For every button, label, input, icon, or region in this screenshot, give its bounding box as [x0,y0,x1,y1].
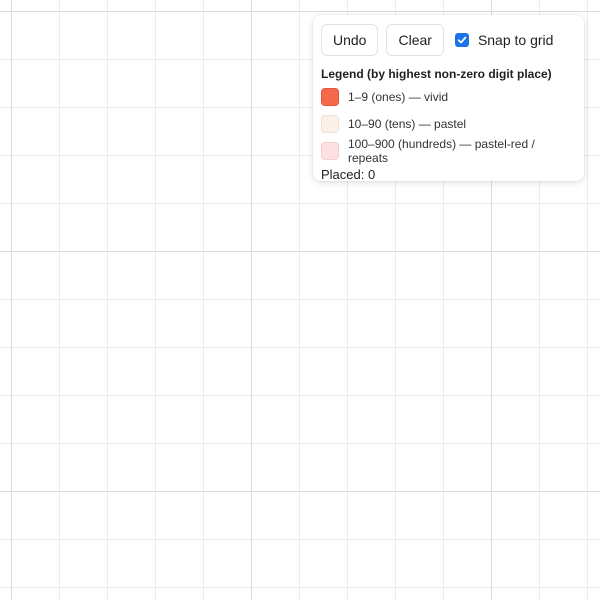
legend-swatch-hundreds [321,142,339,160]
legend-swatch-ones [321,88,339,106]
legend-item-hundreds: 100–900 (hundreds) — pastel-red / repeat… [321,137,576,165]
undo-button[interactable]: Undo [321,24,379,56]
toolbar: Undo Clear Snap to grid [321,24,576,56]
legend-label-hundreds: 100–900 (hundreds) — pastel-red / repeat… [348,137,535,165]
legend-title: Legend (by highest non-zero digit place) [321,67,552,81]
placed-count: Placed: 0 [321,167,376,182]
legend-label-ones: 1–9 (ones) — vivid [348,90,449,104]
legend-item-ones: 1–9 (ones) — vivid [321,85,576,109]
snap-to-grid-toggle[interactable]: Snap to grid [454,32,554,48]
checkmark-icon [457,36,467,44]
clear-button[interactable]: Clear [386,24,444,56]
snap-checkbox[interactable] [454,33,469,47]
legend-label-tens: 10–90 (tens) — pastel [348,117,467,131]
legend-item-tens: 10–90 (tens) — pastel [321,112,576,136]
snap-label: Snap to grid [477,32,554,48]
legend-swatch-tens [321,115,339,133]
control-panel: Undo Clear Snap to grid Legend (by highe… [313,15,584,182]
